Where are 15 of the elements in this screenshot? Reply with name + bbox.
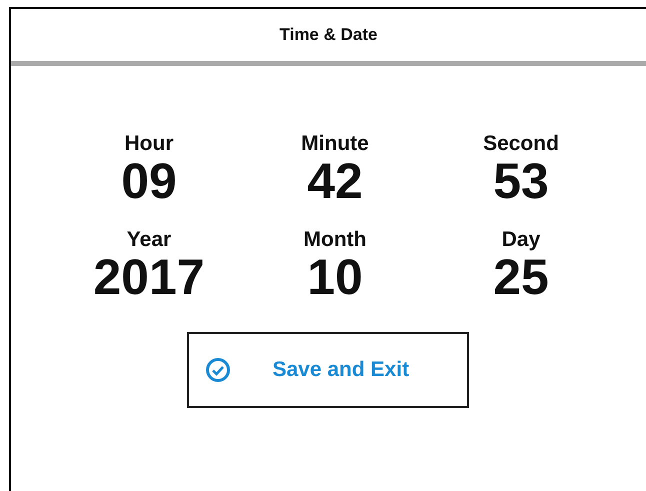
field-label: Month — [304, 228, 366, 252]
field-value[interactable]: 09 — [121, 156, 177, 206]
field-label: Second — [483, 132, 559, 156]
field-value[interactable]: 42 — [307, 156, 363, 206]
field-label: Hour — [124, 132, 174, 156]
field-value[interactable]: 10 — [307, 252, 363, 302]
field-value[interactable]: 53 — [493, 156, 549, 206]
field-label: Year — [126, 228, 172, 252]
check-circle-icon — [204, 357, 230, 383]
field-value[interactable]: 25 — [493, 252, 549, 302]
save-button[interactable]: Save and Exit — [186, 332, 468, 408]
field-value[interactable]: 2017 — [93, 252, 205, 302]
window-title: Time & Date — [280, 25, 378, 45]
field-label: Minute — [301, 132, 369, 156]
field-label: Day — [502, 228, 540, 252]
